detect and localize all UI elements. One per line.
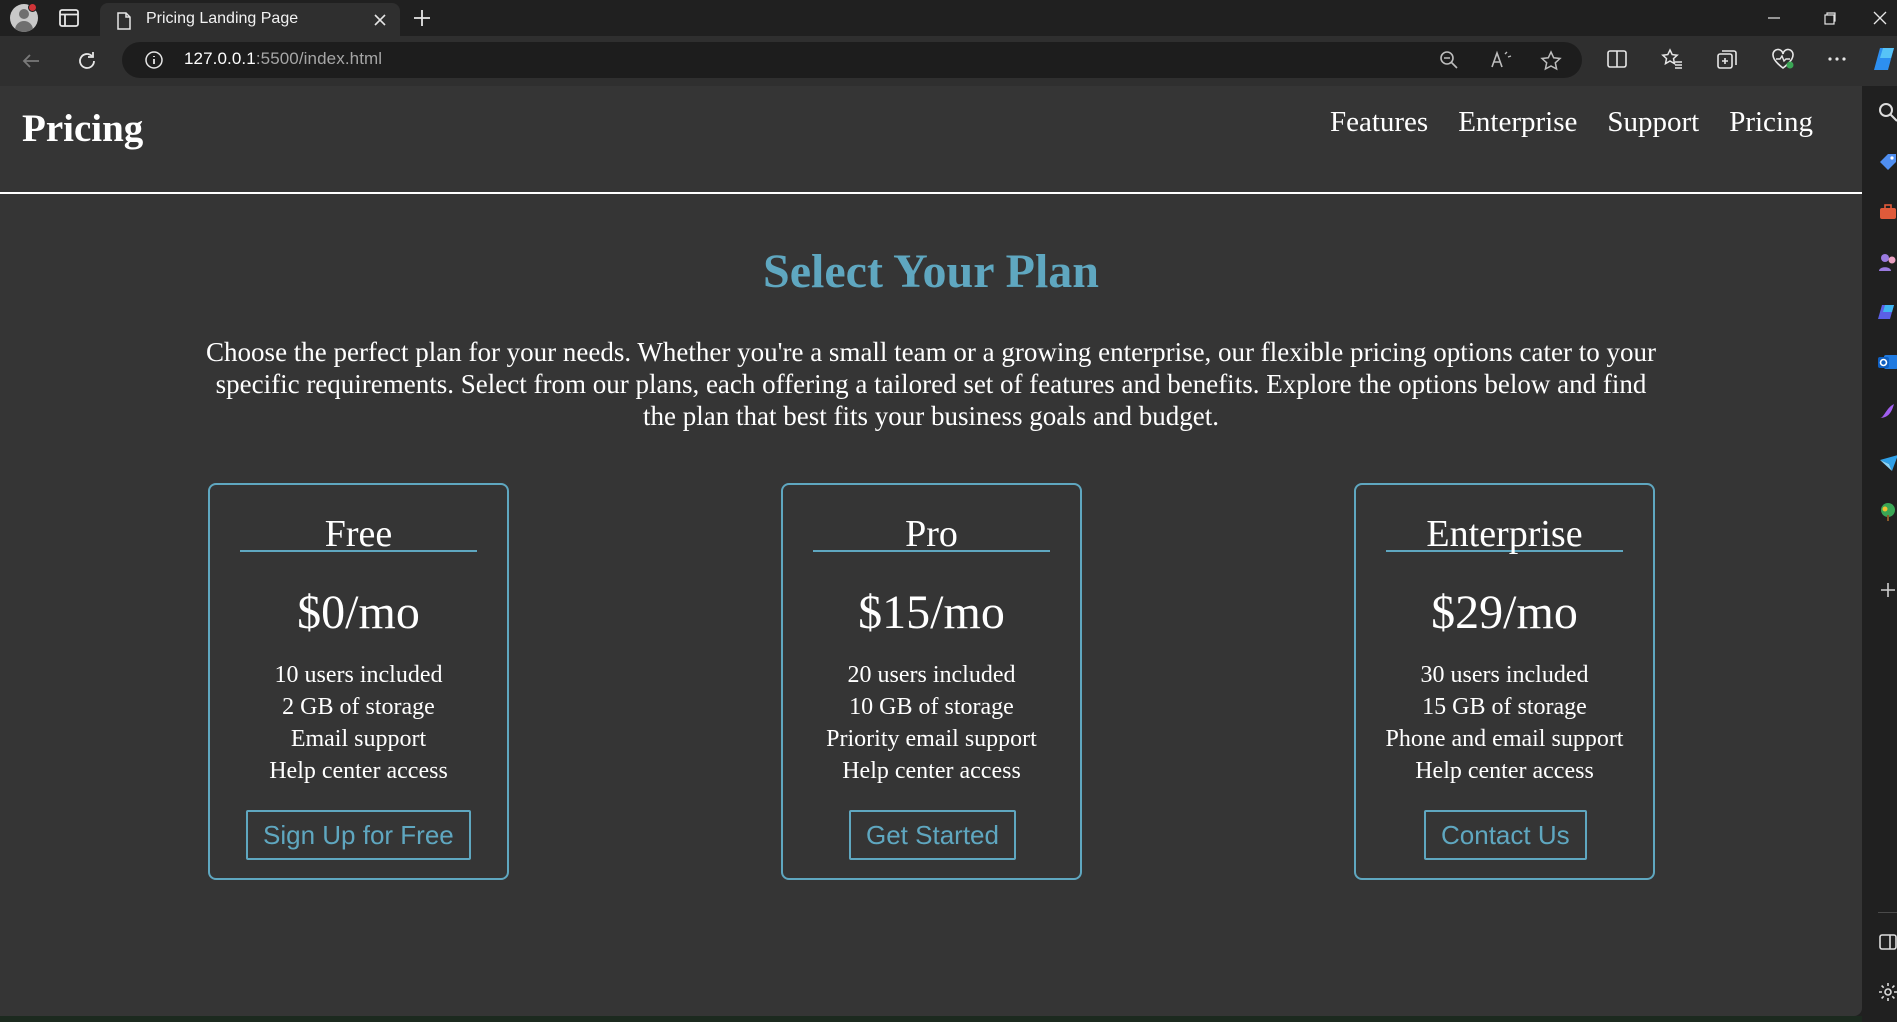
plan-name: Free (240, 515, 477, 553)
more-icon[interactable] (1826, 48, 1848, 70)
browser-essentials-icon[interactable] (1771, 48, 1795, 70)
plan-features: 30 users included 15 GB of storage Phone… (1356, 659, 1653, 787)
tools-icon[interactable] (1878, 202, 1897, 222)
plan-price: $15/mo (858, 586, 1005, 639)
address-bar[interactable]: 127.0.0.1:5500/index.html (122, 42, 1582, 78)
page-description: Choose the perfect plan for your needs. … (206, 337, 1656, 431)
plan-name: Pro (813, 515, 1050, 553)
favorites-icon[interactable] (1661, 48, 1683, 70)
minimize-icon[interactable] (1762, 6, 1786, 30)
favorite-star-icon[interactable] (1540, 50, 1562, 72)
plan-price: $29/mo (1431, 586, 1578, 639)
site-nav: Features Enterprise Support Pricing (1330, 106, 1813, 139)
settings-gear-icon[interactable] (1878, 982, 1897, 1002)
feature-item: Email support (290, 726, 427, 752)
add-icon[interactable] (1878, 580, 1897, 600)
feature-item: 2 GB of storage (282, 694, 435, 720)
zoom-out-icon[interactable] (1439, 50, 1459, 70)
url-text[interactable]: 127.0.0.1:5500/index.html (184, 49, 382, 69)
sidebar-divider (1878, 912, 1897, 913)
nav-link-enterprise[interactable]: Enterprise (1458, 106, 1577, 139)
browser-titlebar: Pricing Landing Page (0, 0, 1897, 36)
nav-link-support[interactable]: Support (1607, 106, 1699, 139)
tab-actions-icon[interactable] (58, 8, 80, 28)
designer-icon[interactable] (1878, 402, 1897, 422)
plan-price: $0/mo (297, 586, 420, 639)
copilot-app-icon[interactable] (1878, 302, 1897, 322)
browser-tab[interactable]: Pricing Landing Page (100, 3, 400, 36)
games-icon[interactable] (1878, 502, 1897, 522)
restore-icon[interactable] (1818, 6, 1842, 30)
nav-link-features[interactable]: Features (1330, 106, 1428, 139)
drop-icon[interactable] (1878, 452, 1897, 472)
plan-card-pro: Pro $15/mo 20 users included 10 GB of st… (781, 483, 1082, 880)
plus-icon[interactable] (410, 6, 434, 30)
notification-dot (28, 3, 37, 12)
feature-item: 20 users included (847, 662, 1016, 688)
feature-item: Help center access (269, 758, 448, 784)
collections-icon[interactable] (1716, 48, 1738, 70)
contact-us-button[interactable]: Contact Us (1424, 810, 1587, 860)
copilot-icon[interactable] (1874, 44, 1897, 74)
feature-item: 30 users included (1420, 662, 1589, 688)
document-icon (117, 12, 131, 30)
close-window-icon[interactable] (1868, 6, 1892, 30)
shopping-tag-icon[interactable] (1878, 152, 1897, 172)
info-icon[interactable] (144, 50, 164, 70)
plan-card-free: Free $0/mo 10 users included 2 GB of sto… (208, 483, 509, 880)
url-path: :5500/index.html (255, 49, 383, 68)
split-screen-icon[interactable] (1606, 48, 1628, 70)
feature-item: 10 GB of storage (849, 694, 1014, 720)
feature-item: 10 users included (274, 662, 443, 688)
taskbar-edge (0, 1016, 1862, 1022)
refresh-icon[interactable] (75, 49, 99, 73)
plan-features: 10 users included 2 GB of storage Email … (210, 659, 507, 787)
sidebar-toggle-icon[interactable] (1878, 932, 1897, 952)
get-started-button[interactable]: Get Started (849, 810, 1016, 860)
feature-item: Priority email support (826, 726, 1037, 752)
page-title: Select Your Plan (763, 245, 1099, 298)
edge-sidebar (1864, 86, 1897, 1022)
plan-card-enterprise: Enterprise $29/mo 30 users included 15 G… (1354, 483, 1655, 880)
read-aloud-icon[interactable] (1490, 50, 1512, 70)
back-arrow-icon[interactable] (19, 49, 43, 73)
site-header: Pricing Features Enterprise Support Pric… (0, 86, 1862, 194)
page-viewport: Pricing Features Enterprise Support Pric… (0, 86, 1862, 1016)
browser-toolbar: 127.0.0.1:5500/index.html (0, 36, 1897, 86)
search-icon[interactable] (1878, 102, 1897, 122)
feature-item: 15 GB of storage (1422, 694, 1587, 720)
outlook-icon[interactable] (1878, 352, 1897, 372)
plan-name: Enterprise (1386, 515, 1623, 553)
nav-link-pricing[interactable]: Pricing (1729, 106, 1813, 139)
feature-item: Phone and email support (1385, 726, 1624, 752)
close-icon[interactable] (372, 12, 388, 28)
plan-features: 20 users included 10 GB of storage Prior… (783, 659, 1080, 787)
feature-item: Help center access (1415, 758, 1594, 784)
feature-item: Help center access (842, 758, 1021, 784)
url-host: 127.0.0.1 (184, 49, 256, 68)
tab-title: Pricing Landing Page (146, 10, 299, 27)
sign-up-button[interactable]: Sign Up for Free (246, 810, 471, 860)
site-logo[interactable]: Pricing (22, 106, 143, 151)
people-icon[interactable] (1878, 252, 1897, 272)
